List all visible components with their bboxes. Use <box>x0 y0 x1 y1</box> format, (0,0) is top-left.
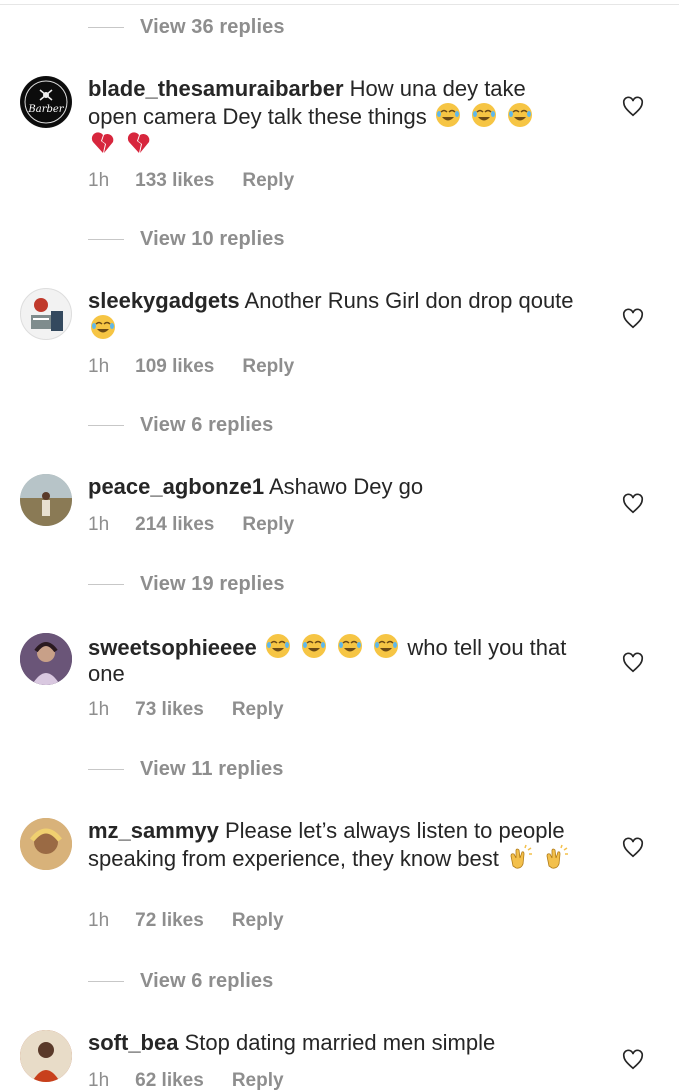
comment-body: sweetsophieeee who tell you that one <box>88 633 578 687</box>
comment-body: mz_sammyy Please let’s always listen to … <box>88 818 578 872</box>
heart-icon[interactable] <box>622 96 644 118</box>
avatar[interactable] <box>20 818 72 870</box>
view-replies-button[interactable]: View 6 replies <box>88 414 273 437</box>
comment-body: soft_bea Stop dating married men simple <box>88 1030 578 1056</box>
laughing-emoji-icon <box>469 103 505 129</box>
laughing-emoji-icon <box>505 103 535 129</box>
avatar[interactable] <box>20 1030 72 1082</box>
comment-likes[interactable]: 62 likes <box>135 1070 204 1092</box>
comment-meta: 1h 73 likes Reply <box>88 699 284 721</box>
comment-time: 1h <box>88 1070 110 1091</box>
laughing-emoji-icon <box>335 634 371 660</box>
laughing-emoji-icon <box>263 634 299 660</box>
comment-time: 1h <box>88 910 110 931</box>
view-replies-label: View 10 replies <box>140 228 285 250</box>
avatar-logo-text: Barber <box>28 104 64 115</box>
laughing-emoji-icon <box>371 634 407 660</box>
comment-text: Stop dating married men simple <box>184 1030 496 1055</box>
comment-likes[interactable]: 72 likes <box>135 910 204 932</box>
comment-time: 1h <box>88 356 110 377</box>
view-replies-button[interactable]: View 19 replies <box>88 573 285 596</box>
comment-likes[interactable]: 109 likes <box>135 356 214 378</box>
person-photo-icon <box>20 818 72 870</box>
view-replies-label: View 19 replies <box>140 573 285 595</box>
comment-body: peace_agbonze1 Ashawo Dey go <box>88 474 578 500</box>
comment-body: sleekygadgets Another Runs Girl don drop… <box>88 288 578 342</box>
comment-time: 1h <box>88 514 110 535</box>
broken-heart-icon <box>124 132 154 157</box>
heart-icon[interactable] <box>622 1049 644 1071</box>
reply-button[interactable]: Reply <box>232 699 284 721</box>
view-replies-button[interactable]: View 6 replies <box>88 970 273 993</box>
laughing-emoji-icon <box>88 315 118 341</box>
comment-username[interactable]: mz_sammyy <box>88 818 219 843</box>
person-photo-icon <box>20 474 72 526</box>
comment-meta: 1h 72 likes Reply <box>88 910 284 932</box>
samurai-barber-logo-icon <box>21 77 71 127</box>
person-photo-icon <box>20 1030 72 1082</box>
replies-divider <box>88 27 124 28</box>
reply-button[interactable]: Reply <box>232 910 284 932</box>
replies-divider <box>88 239 124 240</box>
avatar[interactable] <box>20 633 72 685</box>
gadget-store-logo-icon <box>31 298 63 331</box>
comment-username[interactable]: sweetsophieeee <box>88 635 257 660</box>
comment-username[interactable]: soft_bea <box>88 1030 178 1055</box>
clapping-hands-icon <box>505 844 541 871</box>
reply-button[interactable]: Reply <box>242 170 294 192</box>
reply-button[interactable]: Reply <box>232 1070 284 1092</box>
avatar[interactable]: Barber <box>20 76 72 128</box>
comment-time: 1h <box>88 699 110 720</box>
comment-username[interactable]: sleekygadgets <box>88 288 240 313</box>
heart-icon[interactable] <box>622 493 644 515</box>
comment-meta: 1h 133 likes Reply <box>88 170 294 192</box>
avatar[interactable] <box>20 474 72 526</box>
comment-likes[interactable]: 214 likes <box>135 514 214 536</box>
comment-meta: 1h 109 likes Reply <box>88 356 294 378</box>
view-replies-label: View 6 replies <box>140 414 274 436</box>
view-replies-label: View 6 replies <box>140 970 274 992</box>
heart-icon[interactable] <box>622 308 644 330</box>
replies-divider <box>88 584 124 585</box>
laughing-emoji-icon <box>433 103 469 129</box>
replies-divider <box>88 425 124 426</box>
replies-divider <box>88 769 124 770</box>
comment-text: Ashawo Dey go <box>268 474 424 499</box>
top-divider <box>0 4 679 5</box>
comment-time: 1h <box>88 170 110 191</box>
clapping-hands-icon <box>541 844 571 871</box>
laughing-emoji-icon <box>299 634 335 660</box>
heart-icon[interactable] <box>622 837 644 859</box>
broken-heart-icon <box>88 132 124 157</box>
comment-username[interactable]: peace_agbonze1 <box>88 474 264 499</box>
comment-text: Another Runs Girl don drop qoute <box>244 288 574 313</box>
reply-button[interactable]: Reply <box>242 356 294 378</box>
comment-meta: 1h 62 likes Reply <box>88 1070 284 1092</box>
comment-username[interactable]: blade_thesamuraibarber <box>88 76 344 101</box>
reply-button[interactable]: Reply <box>242 514 294 536</box>
view-replies-button[interactable]: View 11 replies <box>88 758 283 781</box>
view-replies-label: View 36 replies <box>140 16 285 38</box>
person-photo-icon <box>20 633 72 685</box>
comment-likes[interactable]: 133 likes <box>135 170 214 192</box>
comment-likes[interactable]: 73 likes <box>135 699 204 721</box>
view-replies-button[interactable]: View 10 replies <box>88 228 285 251</box>
comment-meta: 1h 214 likes Reply <box>88 514 294 536</box>
avatar[interactable] <box>20 288 72 340</box>
view-replies-label: View 11 replies <box>140 758 284 780</box>
view-replies-button[interactable]: View 36 replies <box>88 16 285 39</box>
comment-body: blade_thesamuraibarber How una dey take … <box>88 76 578 158</box>
heart-icon[interactable] <box>622 652 644 674</box>
replies-divider <box>88 981 124 982</box>
